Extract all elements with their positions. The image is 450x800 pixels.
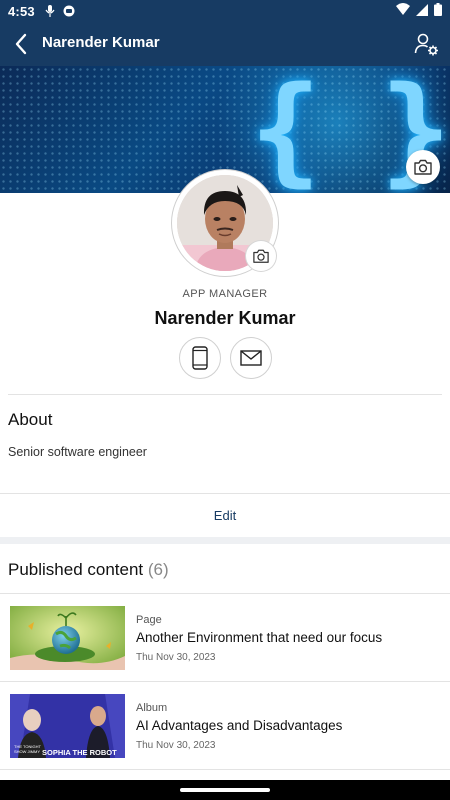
back-arrow-icon[interactable] — [10, 32, 34, 56]
published-heading-text: Published content — [8, 560, 144, 579]
list-item[interactable]: THE TONIGHT SHOW JIMMY SOPHIA THE ROBOT … — [0, 682, 450, 770]
microphone-icon — [45, 5, 55, 17]
published-count: (6) — [147, 560, 169, 579]
app-notification-icon — [63, 5, 75, 17]
home-indicator[interactable] — [180, 788, 270, 792]
email-button[interactable] — [230, 337, 272, 379]
app-bar: Narender Kumar — [0, 22, 450, 66]
item-date: Thu Nov 30, 2023 — [136, 652, 216, 663]
change-avatar-button[interactable] — [246, 241, 276, 271]
thumb-caption: SOPHIA THE ROBOT — [42, 748, 117, 757]
item-type: Page — [136, 614, 162, 626]
camera-icon — [253, 249, 269, 263]
battery-icon — [434, 3, 442, 16]
divider — [0, 769, 450, 770]
item-date: Thu Nov 30, 2023 — [136, 740, 216, 751]
about-heading: About — [8, 410, 53, 429]
mail-icon — [240, 350, 262, 366]
item-type: Album — [136, 702, 168, 714]
phone-icon — [192, 346, 208, 370]
signal-icon — [416, 3, 428, 16]
status-bar: 4:53 — [0, 0, 450, 22]
list-item[interactable]: Page Another Environment that need our f… — [0, 594, 450, 682]
camera-icon — [414, 159, 432, 175]
divider — [8, 394, 442, 395]
item-title: AI Advantages and Disadvantages — [136, 718, 343, 733]
wifi-icon — [396, 3, 410, 15]
item-thumbnail — [10, 606, 125, 670]
profile-role: APP MANAGER — [182, 288, 268, 300]
edit-label: Edit — [213, 508, 237, 523]
change-cover-button[interactable] — [406, 150, 440, 184]
page-title: Narender Kumar — [42, 34, 160, 51]
system-nav-bar — [0, 780, 450, 800]
item-thumbnail: THE TONIGHT SHOW JIMMY SOPHIA THE ROBOT — [10, 694, 125, 758]
phone-button[interactable] — [179, 337, 221, 379]
edit-button[interactable]: Edit — [0, 493, 450, 538]
published-content-heading: Published content (6) — [8, 560, 169, 580]
about-text: Senior software engineer — [8, 445, 147, 459]
profile-name: Narender Kumar — [154, 308, 296, 328]
user-settings-icon[interactable] — [414, 32, 440, 58]
show-logo: SHOW JIMMY — [14, 749, 40, 754]
status-time: 4:53 — [8, 3, 35, 19]
section-gap — [0, 537, 450, 544]
item-title: Another Environment that need our focus — [136, 630, 383, 645]
